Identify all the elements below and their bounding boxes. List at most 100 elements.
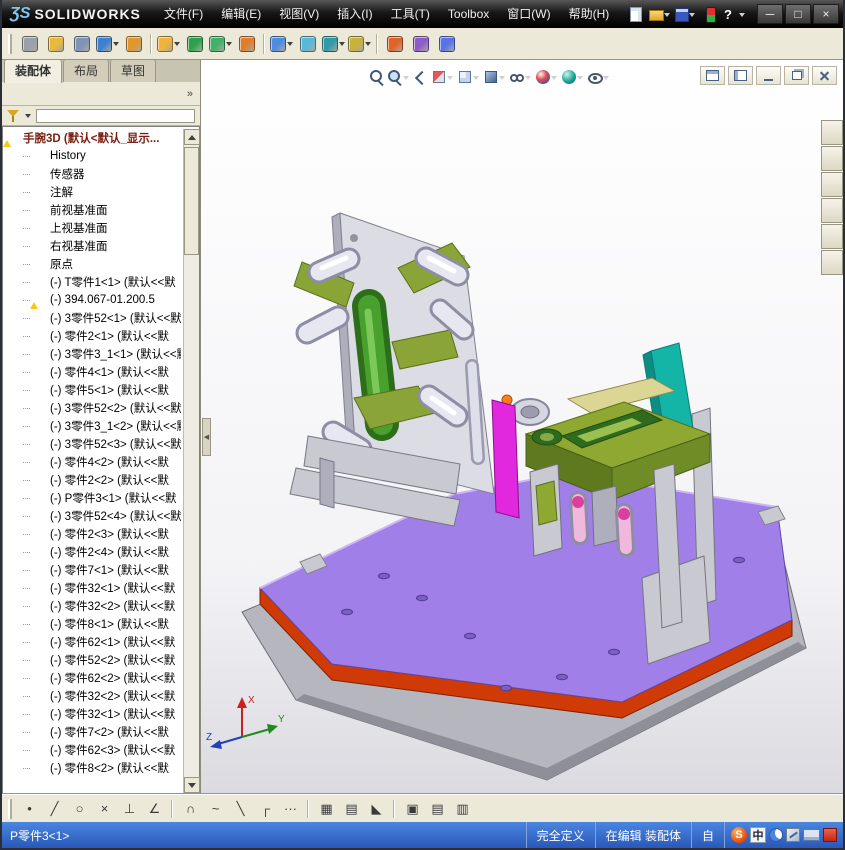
view-tool-button[interactable] [586, 66, 612, 88]
task-pane-button[interactable] [821, 120, 843, 145]
toolbar-button[interactable] [150, 31, 182, 57]
task-pane-button[interactable] [821, 224, 843, 249]
sketch-tool-button[interactable]: ∠ [142, 798, 167, 820]
toolbar-button[interactable] [434, 31, 460, 57]
panel-tab-button[interactable] [78, 84, 100, 104]
sketch-tool-button[interactable]: ▤ [339, 798, 364, 820]
document-window-button[interactable] [784, 66, 809, 85]
dropdown-arrow-icon[interactable] [688, 9, 696, 20]
toolbar-button[interactable] [95, 31, 121, 57]
menu-item[interactable]: 文件(F) [155, 0, 212, 28]
view-tool-button[interactable] [456, 66, 482, 88]
filter-input[interactable] [36, 108, 195, 123]
tree-item[interactable]: (-) 394.067-01.200.5 [3, 291, 181, 309]
dropdown-arrow-icon[interactable] [402, 72, 410, 83]
tree-item[interactable]: (-) 零件5<1> (默认<<默 [3, 381, 181, 399]
panel-tab-button[interactable] [54, 84, 76, 104]
dropdown-arrow-icon[interactable] [112, 38, 120, 49]
view-tool-button[interactable] [560, 66, 586, 88]
tree-item[interactable]: (-) P零件3<1> (默认<<默 [3, 489, 181, 507]
tree-item[interactable]: 前视基准面 [3, 201, 181, 219]
tree-item[interactable]: (-) 零件32<2> (默认<<默 [3, 597, 181, 615]
sketch-tool-button[interactable]: ⊥ [117, 798, 142, 820]
tree-item[interactable]: History [3, 147, 181, 165]
tree-item[interactable]: (-) 零件32<1> (默认<<默 [3, 705, 181, 723]
ime-icon[interactable]: 中 [750, 827, 766, 843]
tree-item[interactable]: (-) 零件62<1> (默认<<默 [3, 633, 181, 651]
tree-item[interactable]: 手腕3D (默认<默认_显示... [3, 129, 181, 147]
sketch-tool-button[interactable]: ▤ [425, 798, 450, 820]
base-plate[interactable] [241, 471, 807, 781]
toolbar-button[interactable] [182, 31, 208, 57]
window-control-button[interactable]: ─ [757, 4, 783, 24]
menu-item[interactable]: 视图(V) [270, 0, 328, 28]
quick-icon[interactable] [623, 3, 647, 25]
toolbar-button[interactable] [347, 31, 373, 57]
filter-dropdown-icon[interactable] [23, 111, 33, 121]
ime-icon[interactable] [803, 829, 820, 841]
document-window-button[interactable] [700, 66, 725, 85]
quick-icon[interactable] [673, 3, 697, 25]
tree-item[interactable]: (-) 零件2<4> (默认<<默 [3, 543, 181, 561]
dropdown-arrow-icon[interactable] [446, 72, 454, 83]
tree-item[interactable]: (-) 3零件52<2> (默认<<默 [3, 399, 181, 417]
toolbar-button[interactable] [408, 31, 434, 57]
dropdown-arrow-icon[interactable] [663, 9, 671, 20]
sketch-tool-button[interactable]: ┌ [253, 798, 278, 820]
tree-item[interactable]: (-) 零件2<2> (默认<<默 [3, 471, 181, 489]
tree-item[interactable]: (-) 零件32<2> (默认<<默 [3, 687, 181, 705]
sketch-tool-button[interactable]: ╲ [228, 798, 253, 820]
quick-icon[interactable]: ? [723, 3, 747, 25]
task-pane-button[interactable] [821, 250, 843, 275]
toolbar-button[interactable] [69, 31, 95, 57]
toolbar-button[interactable] [234, 31, 260, 57]
panel-splitter-handle[interactable]: ◀ [202, 418, 211, 456]
document-tab[interactable]: 草图 [110, 59, 157, 82]
ime-icon[interactable] [823, 828, 837, 842]
toolbar-button[interactable] [121, 31, 147, 57]
toolbar-button[interactable] [43, 31, 69, 57]
menu-item[interactable]: 编辑(E) [212, 0, 270, 28]
view-tool-button[interactable] [368, 66, 386, 88]
dropdown-arrow-icon[interactable] [225, 38, 233, 49]
dropdown-arrow-icon[interactable] [738, 9, 746, 20]
tree-item[interactable]: (-) 零件62<3> (默认<<默 [3, 741, 181, 759]
panel-tab-button[interactable] [6, 84, 28, 104]
task-pane-button[interactable] [821, 172, 843, 197]
sketch-tool-button[interactable]: × [92, 798, 117, 820]
toolbar-button[interactable] [263, 31, 295, 57]
tree-item[interactable]: (-) 零件8<2> (默认<<默 [3, 759, 181, 777]
tree-item[interactable]: (-) 3零件3_1<2> (默认<<默 [3, 417, 181, 435]
sketch-tool-button[interactable]: ○ [67, 798, 92, 820]
document-window-button[interactable] [756, 66, 781, 85]
tree-item[interactable]: (-) 零件62<2> (默认<<默 [3, 669, 181, 687]
toolbar-button[interactable] [17, 31, 43, 57]
dropdown-arrow-icon[interactable] [364, 38, 372, 49]
tree-item[interactable]: 传感器 [3, 165, 181, 183]
dropdown-arrow-icon[interactable] [173, 38, 181, 49]
tree-item[interactable]: (-) 零件2<3> (默认<<默 [3, 525, 181, 543]
task-pane-button[interactable] [821, 198, 843, 223]
document-tab[interactable]: 布局 [63, 59, 110, 82]
quick-icon[interactable] [698, 3, 722, 25]
tree-item[interactable]: (-) 3零件52<4> (默认<<默 [3, 507, 181, 525]
scroll-down-button[interactable] [183, 777, 200, 793]
document-tab[interactable]: 装配体 [4, 59, 63, 83]
tree-item[interactable]: (-) 3零件3_1<1> (默认<<默 [3, 345, 181, 363]
dropdown-arrow-icon[interactable] [576, 72, 584, 83]
menu-item[interactable]: Toolbox [439, 0, 498, 28]
tree-item[interactable]: (-) 零件8<1> (默认<<默 [3, 615, 181, 633]
window-control-button[interactable]: × [813, 4, 839, 24]
tree-item[interactable]: (-) 3零件52<3> (默认<<默 [3, 435, 181, 453]
toolbar-button[interactable] [295, 31, 321, 57]
panel-tab-button[interactable] [30, 84, 52, 104]
document-window-button[interactable] [812, 66, 837, 85]
tree-item[interactable]: (-) 零件4<2> (默认<<默 [3, 453, 181, 471]
dropdown-arrow-icon[interactable] [524, 72, 532, 83]
toolbar-button[interactable] [376, 31, 408, 57]
tree-item[interactable]: (-) 零件7<2> (默认<<默 [3, 723, 181, 741]
tree-item[interactable]: (-) 零件52<2> (默认<<默 [3, 651, 181, 669]
tree-item[interactable]: 注解 [3, 183, 181, 201]
view-tool-button[interactable] [534, 66, 560, 88]
dropdown-arrow-icon[interactable] [338, 38, 346, 49]
